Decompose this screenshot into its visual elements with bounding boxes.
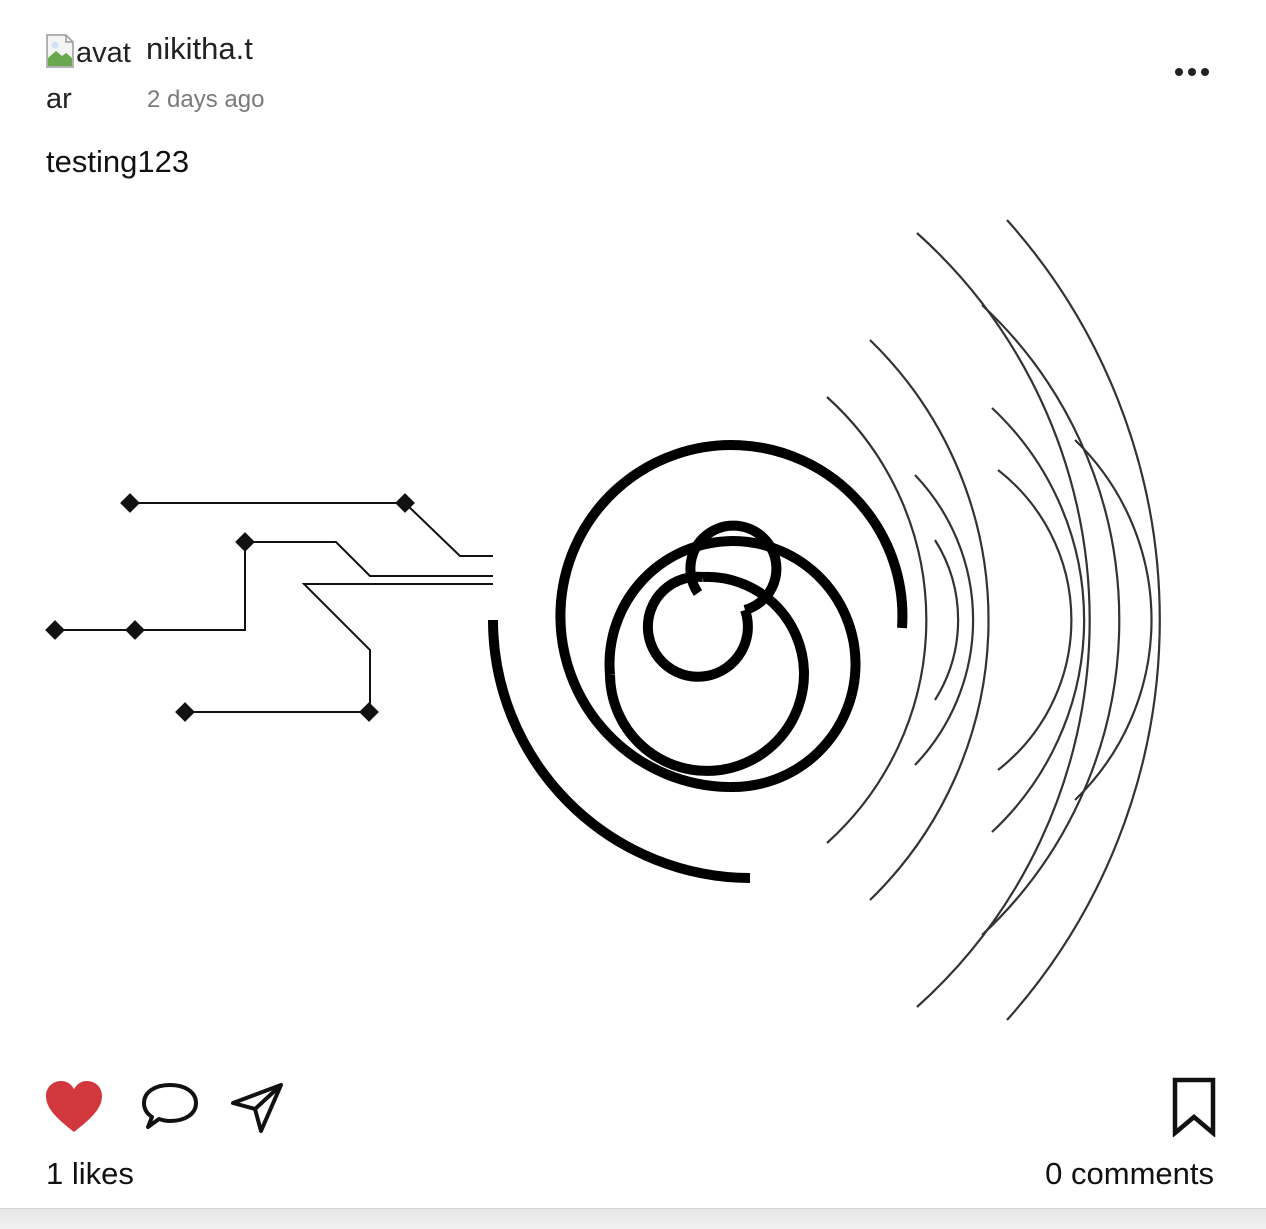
ellipsis-icon bbox=[1175, 68, 1209, 76]
paper-plane-icon bbox=[231, 1083, 283, 1133]
username[interactable]: nikitha.t bbox=[146, 31, 253, 67]
share-button[interactable] bbox=[226, 1076, 288, 1138]
post-timestamp: 2 days ago bbox=[147, 86, 265, 113]
avatar[interactable]: avat ar bbox=[46, 30, 140, 114]
more-options-button[interactable] bbox=[1164, 52, 1220, 92]
post-caption: testing123 bbox=[46, 144, 190, 179]
bookmark-button[interactable] bbox=[1166, 1074, 1222, 1140]
broken-image-icon bbox=[46, 34, 74, 68]
post-card: avat ar nikitha.t 2 days ago testing123 bbox=[0, 0, 1266, 1212]
wave-arcs bbox=[826, 219, 1161, 1021]
avatar-alt-text: avat bbox=[76, 37, 131, 69]
comments-count[interactable]: 0 comments bbox=[1045, 1156, 1214, 1192]
like-button[interactable] bbox=[42, 1078, 106, 1136]
likes-count[interactable]: 1 likes bbox=[46, 1156, 134, 1192]
bookmark-icon bbox=[1172, 1077, 1216, 1137]
spiral bbox=[488, 440, 908, 883]
heart-icon bbox=[46, 1081, 102, 1132]
post-image[interactable] bbox=[0, 200, 1266, 1040]
circuit-nodes bbox=[45, 493, 415, 722]
comment-button[interactable] bbox=[138, 1078, 202, 1136]
avatar-alt-text-wrap: ar bbox=[46, 83, 72, 114]
circuit-lines bbox=[55, 502, 493, 713]
speech-bubble-icon bbox=[142, 1083, 198, 1129]
card-bottom-edge bbox=[0, 1208, 1266, 1229]
